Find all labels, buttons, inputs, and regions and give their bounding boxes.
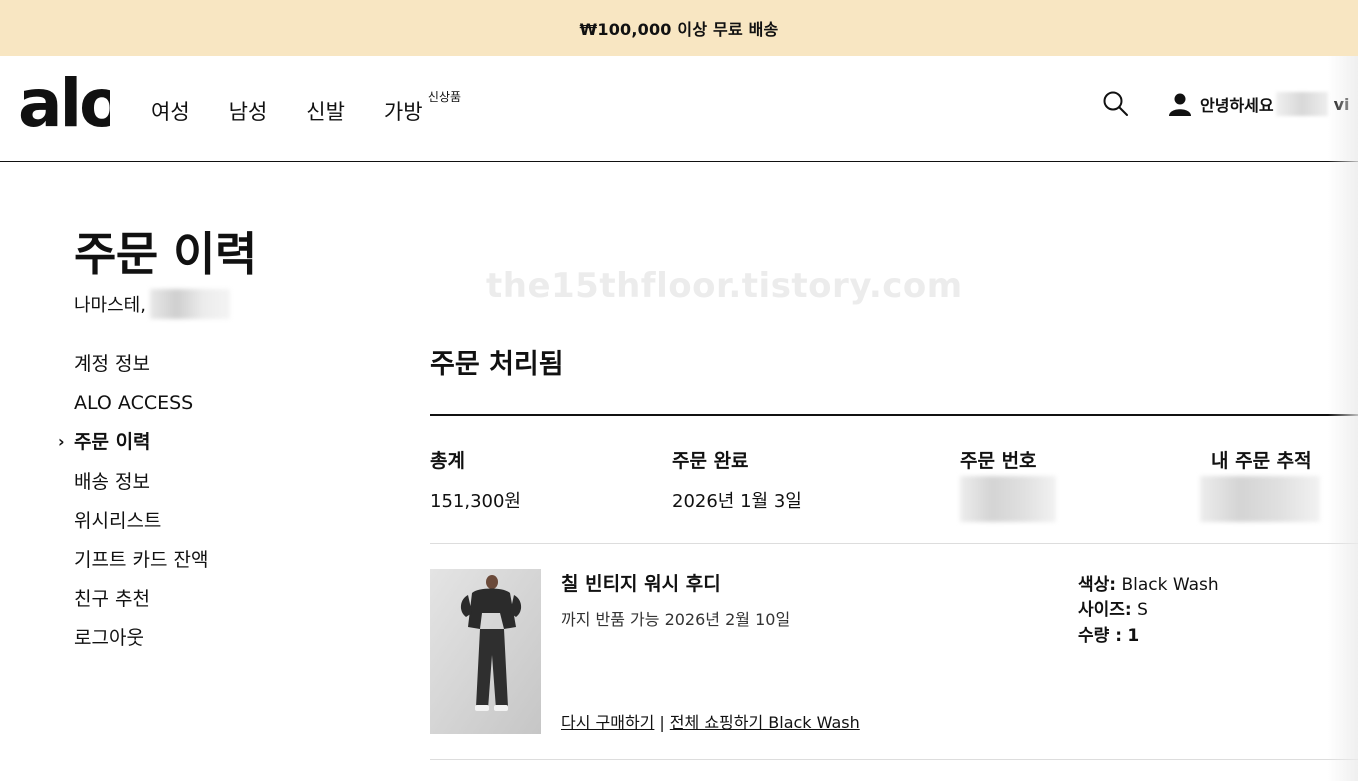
product-actions: 다시 구매하기 | 전체 쇼핑하기 Black Wash — [561, 709, 860, 733]
sidebar-item-logout[interactable]: 로그아웃 — [74, 625, 334, 664]
sidebar-item-account-info[interactable]: 계정 정보 — [74, 351, 334, 390]
greeting: 나마스테, — [74, 289, 230, 319]
site-header: alo 여성 남성 신발 가방 신상품 안녕하세요 vi — [0, 56, 1358, 162]
sidebar-item-alo-access[interactable]: ALO ACCESS — [74, 390, 334, 429]
redacted-username — [1275, 92, 1328, 116]
account-sidebar: 계정 정보 ALO ACCESS › 주문 이력 배송 정보 위시리스트 기프트… — [58, 351, 334, 665]
sidebar-item-gift-card-balance[interactable]: 기프트 카드 잔액 — [74, 547, 334, 586]
redacted-order-number — [960, 476, 1056, 522]
order-status-title: 주문 처리됨 — [430, 349, 564, 380]
new-badge: 신상품 — [427, 90, 462, 104]
promo-banner: ₩100,000 이상 무료 배송 — [0, 0, 1358, 56]
order-completed-value: 2026년 1월 3일 — [672, 491, 802, 512]
order-completed-label: 주문 완료 — [672, 450, 749, 472]
account-tail: vi — [1333, 94, 1350, 114]
order-number-label: 주문 번호 — [960, 450, 1037, 472]
nav-women[interactable]: 여성 — [151, 96, 190, 126]
product-image[interactable] — [430, 569, 541, 734]
divider — [430, 543, 1358, 544]
chevron-right-icon: › — [58, 432, 65, 452]
greeting-text: 나마스테, — [74, 295, 146, 316]
account-greeting: 안녕하세요 — [1200, 96, 1274, 115]
nav-bags[interactable]: 가방 신상품 — [384, 90, 461, 126]
shop-all-link[interactable]: 전체 쇼핑하기 Black Wash — [670, 713, 860, 732]
total-label: 총계 — [430, 450, 465, 472]
promo-text: ₩100,000 이상 무료 배송 — [579, 20, 779, 39]
account-menu[interactable]: 안녕하세요 vi — [1168, 92, 1350, 116]
svg-text:alo: alo — [18, 70, 110, 136]
hoodie-model-photo — [430, 569, 541, 734]
return-deadline: 까지 반품 가능 2026년 2월 10일 — [561, 610, 791, 629]
link-separator: | — [659, 713, 665, 732]
scroll-edge-shadow — [1328, 56, 1358, 781]
product-name[interactable]: 칠 빈티지 워시 후디 — [561, 569, 721, 596]
divider — [430, 759, 1358, 760]
divider — [430, 414, 1358, 416]
size-attribute: 사이즈: S — [1078, 600, 1148, 620]
sidebar-item-shipping-info[interactable]: 배송 정보 — [74, 469, 334, 508]
nav-shoes[interactable]: 신발 — [306, 96, 345, 126]
watermark: the15thfloor.tistory.com — [486, 266, 963, 306]
sidebar-item-order-history[interactable]: › 주문 이력 — [58, 429, 334, 468]
redacted-tracking[interactable] — [1200, 476, 1320, 522]
search-icon[interactable] — [1102, 90, 1130, 118]
redacted-name — [149, 289, 230, 319]
alo-logo[interactable]: alo — [18, 70, 110, 136]
sidebar-item-refer-friend[interactable]: 친구 추천 — [74, 586, 334, 625]
track-order-label[interactable]: 내 주문 추적 — [1211, 446, 1312, 473]
sidebar-item-wishlist[interactable]: 위시리스트 — [74, 508, 334, 547]
quantity-attribute: 수량 : 1 — [1078, 626, 1140, 646]
user-icon — [1169, 93, 1191, 116]
nav-men[interactable]: 남성 — [229, 96, 268, 126]
rebuy-link[interactable]: 다시 구매하기 — [561, 713, 654, 732]
total-value: 151,300원 — [430, 491, 521, 512]
page-title: 주문 이력 — [74, 227, 257, 281]
main-nav: 여성 남성 신발 가방 신상품 — [151, 90, 462, 126]
color-attribute: 색상: Black Wash — [1078, 575, 1219, 595]
